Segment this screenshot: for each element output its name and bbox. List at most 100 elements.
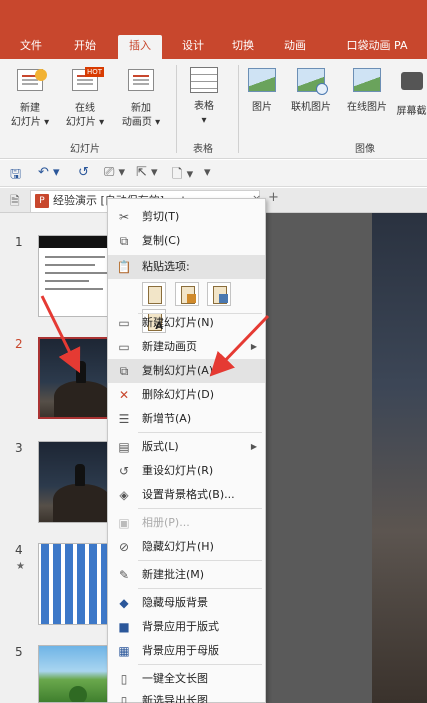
slide-thumbnail-1[interactable] — [38, 235, 118, 317]
online-picture-icon — [296, 68, 328, 98]
master-background-icon: ▦ — [118, 644, 130, 658]
cloud-picture-icon — [352, 68, 382, 98]
menu-item-copy[interactable]: ⧉ 复制(C) — [108, 229, 265, 253]
document-list-icon[interactable]: 🗎 — [10, 192, 20, 213]
copy-icon: ⧉ — [119, 234, 129, 248]
slide-thumbnail-3[interactable] — [38, 441, 118, 523]
linked-picture-button[interactable]: 联机图片 — [284, 65, 338, 115]
table-icon — [189, 67, 219, 97]
animation-star-icon: ★ — [16, 561, 25, 572]
slide-number: 5 — [15, 645, 23, 659]
comment-icon: ✎ — [118, 568, 130, 582]
start-from-beginning-icon[interactable]: ⎚ ▾ — [104, 165, 125, 180]
menu-item-new-anim-page[interactable]: ▭ 新建动画页 ▶ — [108, 335, 265, 359]
menu-item-layout[interactable]: ▤ 版式(L) ▶ — [108, 435, 265, 459]
menu-item-hide-slide[interactable]: ⊘ 隐藏幻灯片(H) — [108, 535, 265, 559]
export-icon: ▯ — [120, 694, 128, 703]
tab-home[interactable]: 开始 — [68, 35, 102, 59]
picture-icon — [247, 68, 277, 98]
photo-album-icon: ▣ — [118, 516, 130, 530]
camera-icon — [397, 72, 427, 102]
layout-background-icon: ■ — [118, 620, 130, 634]
hide-background-icon: ◆ — [119, 596, 129, 610]
powerpoint-icon: P — [35, 194, 49, 208]
online-slide-button[interactable]: HOT 在线 幻灯片 ▾ — [60, 65, 110, 130]
customize-toolbar-icon[interactable]: ▾ — [204, 165, 211, 180]
new-slide-button[interactable]: 新建 幻灯片 ▾ — [8, 65, 52, 130]
menu-item-hide-master-background[interactable]: ◆ 隐藏母版背景 — [108, 591, 265, 615]
online-picture-button[interactable]: 在线图片 — [340, 65, 394, 115]
duplicate-slide-icon: ⧉ — [119, 364, 129, 378]
menu-item-new-section[interactable]: ☰ 新增节(A) — [108, 407, 265, 431]
menu-item-duplicate-slide[interactable]: ⧉ 复制幻灯片(A) — [108, 359, 265, 383]
title-bar — [0, 0, 427, 33]
tab-transitions[interactable]: 切换 — [226, 35, 260, 59]
touch-mode-icon[interactable]: ⇱ ▾ — [136, 165, 158, 180]
paste-options-header: 📋 粘贴选项: — [108, 255, 265, 279]
menu-item-export-long-image[interactable]: ▯ 新选导出长图 — [108, 689, 265, 703]
menu-item-apply-bg-master[interactable]: ▦ 背景应用于母版 — [108, 639, 265, 663]
screenshot-button[interactable]: 屏幕截 — [396, 65, 427, 119]
save-icon[interactable]: 🖫 — [10, 165, 21, 187]
slide-thumbnail-5[interactable] — [38, 645, 118, 703]
add-tab-icon[interactable]: + — [268, 190, 279, 205]
group-label-slides: 幻灯片 — [70, 144, 100, 155]
reset-slide-icon: ↺ — [118, 464, 130, 478]
online-slide-icon: HOT — [70, 67, 104, 99]
menu-item-delete-slide[interactable]: ✕ 删除幻灯片(D) — [108, 383, 265, 407]
slide-thumbnail-4[interactable] — [38, 543, 118, 625]
menu-item-one-click-long-image[interactable]: ▯ 一键全文长图 — [108, 667, 265, 691]
tab-animations[interactable]: 动画 — [278, 35, 312, 59]
group-label-images: 图像 — [355, 144, 375, 155]
anim-page-icon: ▭ — [118, 340, 130, 354]
clipboard-icon: 📋 — [116, 260, 132, 274]
paste-keep-source-icon[interactable] — [174, 282, 199, 306]
scissors-icon: ✂ — [118, 210, 130, 224]
group-divider — [176, 65, 177, 153]
menu-item-reset-slide[interactable]: ↺ 重设幻灯片(R) — [108, 459, 265, 483]
section-icon: ☰ — [118, 412, 130, 426]
tab-design[interactable]: 设计 — [176, 35, 210, 59]
submenu-arrow-icon: ▶ — [250, 342, 257, 351]
group-label-tables: 表格 — [193, 144, 213, 155]
quick-access-toolbar: 🖫 ↶ ▾ ↺ ⎚ ▾ ⇱ ▾ 🗋 ▾ ▾ — [0, 160, 427, 187]
paste-picture-icon[interactable] — [207, 282, 231, 306]
long-image-icon: ▯ — [120, 672, 128, 686]
context-menu: ✂ 剪切(T) ⧉ 复制(C) 📋 粘贴选项: A ▭ 新建幻灯片(N) ▭ 新… — [107, 198, 266, 703]
undo-icon[interactable]: ↶ ▾ — [38, 165, 60, 180]
paint-bucket-icon: ◈ — [119, 488, 129, 502]
tab-insert[interactable]: 插入 — [118, 35, 162, 59]
slide-number: 4 — [15, 543, 23, 557]
anim-page-icon — [126, 69, 156, 99]
group-divider — [238, 65, 239, 153]
table-button[interactable]: 表格 ▾ — [184, 65, 224, 128]
new-document-icon[interactable]: 🗋 ▾ — [172, 165, 193, 187]
layout-icon: ▤ — [118, 440, 130, 454]
submenu-arrow-icon: ▶ — [250, 442, 257, 451]
new-slide-icon — [15, 69, 47, 99]
menu-item-format-background[interactable]: ◈ 设置背景格式(B)... — [108, 483, 265, 507]
slide-number: 3 — [15, 441, 23, 455]
paste-destination-theme-icon[interactable] — [142, 282, 166, 306]
redo-icon[interactable]: ↺ — [78, 165, 89, 180]
new-slide-icon: ▭ — [118, 316, 130, 330]
menu-item-new-slide[interactable]: ▭ 新建幻灯片(N) — [108, 311, 265, 335]
ribbon-insert: 新建 幻灯片 ▾ HOT 在线 幻灯片 ▾ 新加 动画页 ▾ 幻灯片 表格 ▾ … — [0, 59, 427, 159]
hide-slide-icon: ⊘ — [118, 540, 130, 554]
slide-thumbnail-2[interactable] — [38, 337, 118, 419]
slide-thumbnails-pane: 1 2 3 4 ★ 5 — [0, 213, 118, 703]
slide-number: 1 — [15, 235, 23, 249]
menu-item-photo-album: ▣ 相册(P)... — [108, 511, 265, 535]
new-anim-page-button[interactable]: 新加 动画页 ▾ — [114, 65, 168, 130]
menu-item-new-comment[interactable]: ✎ 新建批注(M) — [108, 563, 265, 587]
delete-slide-icon: ✕ — [118, 388, 130, 402]
menu-item-apply-bg-layout[interactable]: ■ 背景应用于版式 — [108, 615, 265, 639]
slide-canvas[interactable] — [372, 213, 427, 703]
paste-options-row: A — [142, 282, 265, 333]
menu-item-cut[interactable]: ✂ 剪切(T) — [108, 205, 265, 229]
tab-file[interactable]: 文件 — [14, 35, 48, 59]
ribbon-tabs: 文件 开始 插入 设计 切换 动画 口袋动画 PA — [0, 33, 427, 59]
tab-pocket-animation[interactable]: 口袋动画 PA — [334, 35, 420, 59]
picture-button[interactable]: 图片 — [244, 65, 280, 115]
slide-number: 2 — [15, 337, 23, 351]
